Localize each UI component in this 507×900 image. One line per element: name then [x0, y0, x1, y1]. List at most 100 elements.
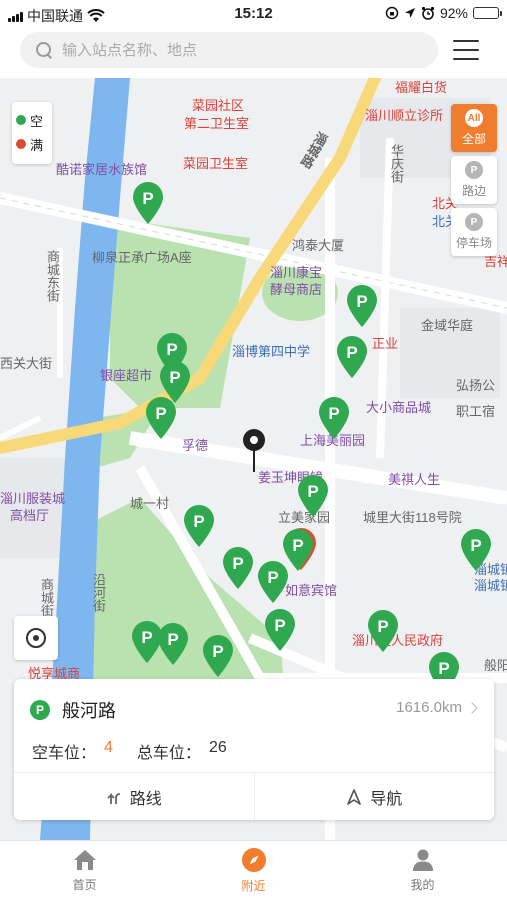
map-label: 弘扬公: [456, 378, 496, 393]
full-dot-icon: [16, 139, 26, 149]
parking-pin-icon: P: [347, 285, 377, 327]
map-label: 西关大街: [0, 356, 53, 371]
map-label: 菜园社区: [192, 98, 245, 113]
parking-pin-icon: P: [461, 529, 491, 571]
svg-text:P: P: [438, 659, 449, 678]
tab-nearby-label: 附近: [241, 879, 266, 893]
parking-pin-free[interactable]: P: [221, 546, 255, 590]
battery-icon: [473, 7, 502, 19]
user-icon: [412, 849, 433, 871]
parking-pin-icon: P: [223, 547, 253, 589]
legend-full-label: 满: [30, 137, 44, 153]
parking-pin-icon: P: [146, 397, 176, 439]
location-arrow-icon: [404, 8, 415, 18]
svg-text:P: P: [232, 554, 243, 573]
parking-pin-free[interactable]: P: [263, 608, 297, 652]
parking-pin-free[interactable]: P: [144, 396, 178, 440]
all-badge-icon: All: [465, 109, 483, 127]
tab-home[interactable]: 首页: [0, 841, 169, 900]
locate-me-button[interactable]: [14, 616, 58, 660]
svg-text:P: P: [377, 617, 388, 636]
svg-text:P: P: [167, 630, 178, 649]
route-button[interactable]: 路线: [14, 773, 254, 820]
map-label: 淄川服装城: [0, 491, 66, 506]
hamburger-menu-icon[interactable]: [453, 40, 479, 60]
navigation-arrow-icon: [347, 788, 362, 805]
map-label: 淄城镇: [474, 578, 507, 593]
map-label: 职工宿: [456, 404, 496, 419]
parking-pin-free[interactable]: P: [296, 474, 330, 518]
parking-pin-icon: P: [283, 529, 313, 571]
map-label: 金域华庭: [421, 318, 474, 333]
parking-pin-free[interactable]: P: [366, 609, 400, 653]
search-bar[interactable]: [20, 32, 438, 68]
parking-pin-icon: P: [298, 475, 328, 517]
map-label: 美祺人生: [388, 472, 441, 487]
svg-text:P: P: [169, 368, 180, 387]
station-detail-link[interactable]: 1616.0km: [396, 699, 478, 716]
map-label: 正业: [372, 336, 399, 351]
filter-panel: All 全部 P 路边 P 停车场: [451, 104, 497, 260]
free-spots-label: 空车位：: [32, 745, 97, 762]
map-label: 大小商品城: [366, 400, 432, 415]
battery-percent: 92%: [439, 5, 468, 21]
svg-text:P: P: [328, 404, 339, 423]
map-label: 商城东街: [45, 250, 60, 302]
locate-icon: [26, 628, 46, 648]
svg-text:P: P: [142, 189, 153, 208]
map-label: 城里大街118号院: [363, 510, 462, 525]
parking-pin-free[interactable]: P: [156, 622, 190, 666]
svg-text:P: P: [166, 340, 177, 359]
total-spots-label: 总车位：: [136, 745, 201, 762]
station-header: P 般河路: [30, 697, 116, 723]
parking-pin-icon: P: [368, 610, 398, 652]
alarm-icon: [421, 6, 435, 20]
home-icon: [73, 850, 96, 870]
status-bar: 中国联通 15:12 92%: [0, 0, 507, 28]
navigate-button[interactable]: 导航: [253, 773, 495, 820]
filter-all-button[interactable]: All 全部: [451, 104, 497, 152]
free-spots-count: 4: [104, 739, 113, 756]
map-label: 华庆街: [389, 144, 404, 183]
station-card[interactable]: P 般河路 1616.0km 空车位： 4 总车位： 26 路线 导航: [14, 679, 494, 820]
status-legend: 空 满: [12, 102, 52, 164]
map-label: 银座超市: [100, 368, 153, 383]
parking-pin-free[interactable]: P: [281, 528, 315, 572]
parking-pin-icon: P: [158, 623, 188, 665]
tab-nearby[interactable]: 附近: [169, 841, 338, 900]
filter-parking-lot-button[interactable]: P 停车场: [451, 208, 497, 256]
svg-text:P: P: [155, 404, 166, 423]
parking-pin-icon: P: [319, 397, 349, 439]
parking-pin-free[interactable]: P: [201, 634, 235, 678]
parking-pin-icon: P: [184, 505, 214, 547]
svg-text:P: P: [307, 482, 318, 501]
tab-mine[interactable]: 我的: [338, 841, 507, 900]
svg-text:P: P: [274, 616, 285, 635]
map-label: 淄博第四中学: [232, 344, 311, 359]
free-dot-icon: [16, 115, 26, 125]
map-label: 淄川顺立诊所: [365, 108, 444, 123]
map-label: 城一村: [130, 496, 170, 511]
parking-pin-icon: P: [133, 182, 163, 224]
tab-home-label: 首页: [72, 878, 97, 892]
parking-pin-free[interactable]: P: [182, 504, 216, 548]
parking-pin-free[interactable]: P: [459, 528, 493, 572]
svg-text:P: P: [356, 292, 367, 311]
map-label: 沿河街: [91, 573, 106, 612]
filter-roadside-button[interactable]: P 路边: [451, 156, 497, 204]
status-right: 92%: [385, 5, 502, 21]
route-label: 路线: [129, 790, 162, 808]
svg-text:P: P: [346, 343, 357, 362]
parking-pin-free[interactable]: P: [131, 181, 165, 225]
parking-pin-free[interactable]: P: [335, 335, 369, 379]
parking-pin-icon: P: [265, 609, 295, 651]
map-label: 菜园卫生室: [183, 156, 249, 171]
card-actions: 路线 导航: [14, 772, 494, 820]
parking-pin-free[interactable]: P: [317, 396, 351, 440]
parking-pin-free[interactable]: P: [345, 284, 379, 328]
tab-bar: 首页 附近 我的: [0, 840, 507, 900]
map-label: 第二卫生室: [184, 116, 250, 131]
total-spots-count: 26: [208, 739, 227, 756]
search-input[interactable]: [62, 41, 362, 59]
parking-pin-icon: P: [203, 635, 233, 677]
